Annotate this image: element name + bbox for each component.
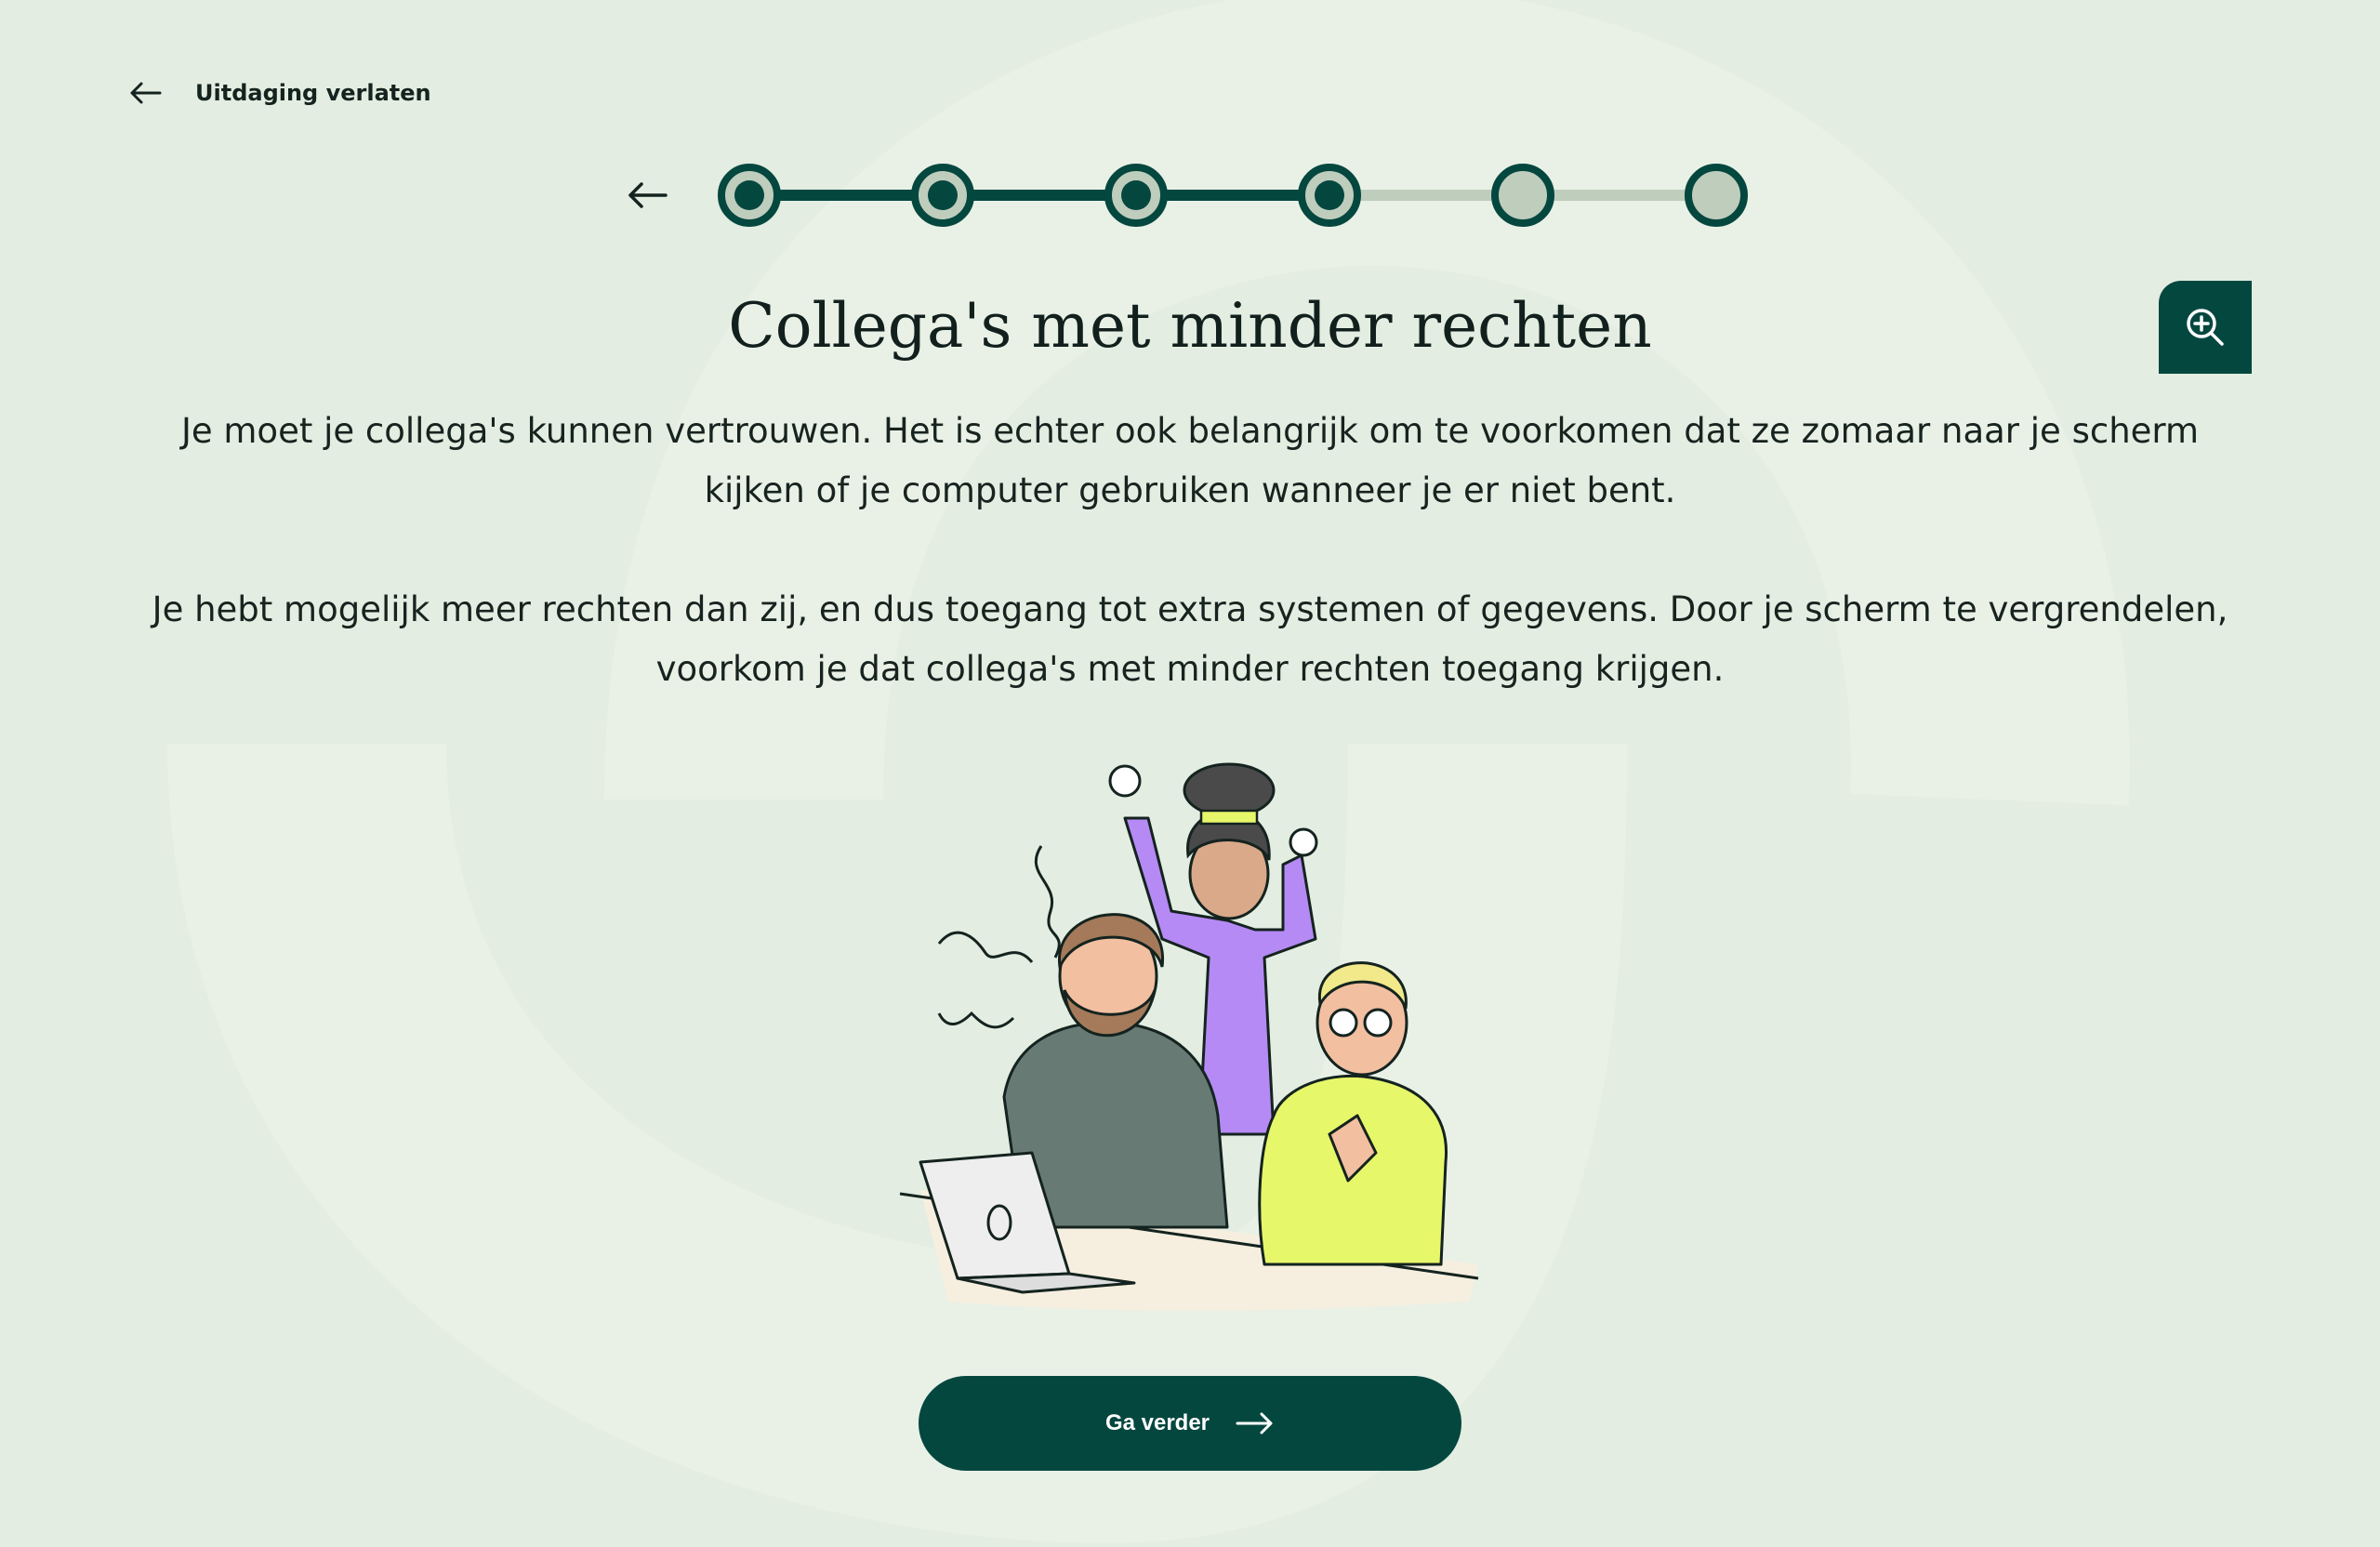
step-dot-3 bbox=[1104, 164, 1168, 227]
continue-label: Ga verder bbox=[1104, 1410, 1210, 1435]
step-dot-5 bbox=[1491, 164, 1554, 227]
step-dot-2 bbox=[911, 164, 974, 227]
continue-button[interactable]: Ga verder bbox=[919, 1376, 1461, 1471]
step-dot-4 bbox=[1298, 164, 1361, 227]
progress-stepper bbox=[0, 0, 2380, 279]
intro-paragraph: Je moet je collega's kunnen vertrouwen. … bbox=[180, 411, 2200, 510]
page-title: Collega's met minder rechten bbox=[728, 290, 1652, 362]
step-dot-1 bbox=[718, 164, 781, 227]
step-dot-6 bbox=[1685, 164, 1748, 227]
colleagues-illustration bbox=[899, 762, 1479, 1311]
stepper-track bbox=[718, 164, 1748, 227]
arrow-right-icon bbox=[1236, 1412, 1273, 1435]
detail-paragraph: Je hebt mogelijk meer rechten dan zij, e… bbox=[152, 589, 2228, 689]
